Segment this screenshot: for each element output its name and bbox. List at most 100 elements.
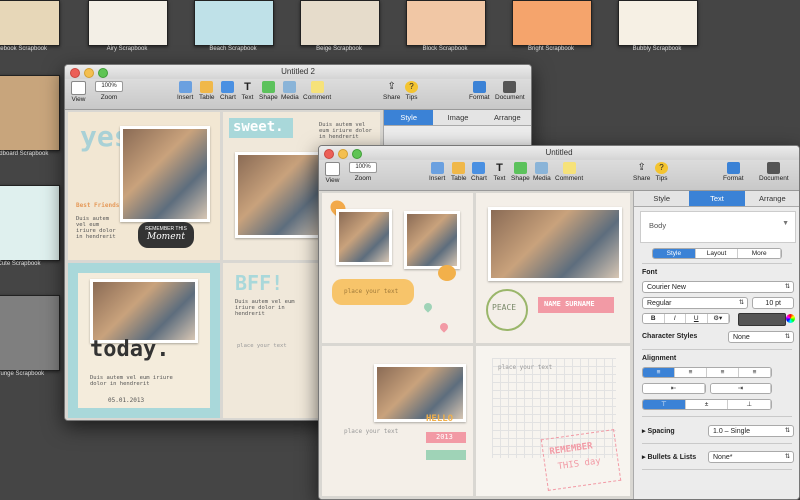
lorem-text: Duis autem vel eum iriure dolor in hendr…	[76, 216, 116, 240]
align-middle-icon[interactable]: ±	[685, 400, 729, 409]
template-thumbnail[interactable]	[618, 0, 698, 46]
vertical-alignment: ⊤ ± ⊥	[642, 399, 772, 410]
comment-button[interactable]: Comment	[555, 162, 583, 182]
text-options-button[interactable]: ⚙▾	[707, 314, 729, 323]
template-thumbnail[interactable]	[0, 295, 60, 371]
photo[interactable]	[336, 209, 392, 265]
insert-button[interactable]: Insert	[429, 162, 445, 182]
insert-icon	[430, 162, 444, 174]
media-button[interactable]: Media	[281, 81, 299, 101]
bold-button[interactable]: B	[643, 314, 665, 323]
font-weight-select[interactable]: Regular ⇅	[642, 297, 748, 309]
title-bar[interactable]: Untitled	[319, 146, 799, 160]
italic-button[interactable]: I	[664, 314, 686, 323]
tab-text[interactable]: Text	[689, 191, 745, 206]
align-justify-icon[interactable]: ≡	[739, 368, 771, 377]
template-thumbnail[interactable]	[406, 0, 486, 46]
format-button[interactable]: Format	[469, 81, 490, 101]
text-placeholder[interactable]: place your text	[237, 343, 287, 349]
photo[interactable]	[235, 152, 329, 238]
share-button[interactable]: ⇪ Share	[633, 162, 650, 182]
align-bottom-icon[interactable]: ⊥	[728, 400, 771, 409]
color-wheel-icon[interactable]	[786, 314, 795, 323]
text-placeholder[interactable]: place your text	[344, 428, 398, 435]
paragraph-style-picker[interactable]: Body ▼	[640, 211, 796, 243]
comment-button[interactable]: Comment	[303, 81, 331, 101]
share-button[interactable]: ⇪ Share	[383, 81, 400, 101]
template-thumbnail[interactable]	[0, 75, 60, 151]
minimize-button[interactable]	[84, 68, 94, 78]
spacing-select[interactable]: 1.0 – Single ⇅	[708, 425, 794, 437]
tips-button[interactable]: ? Tips	[655, 162, 668, 182]
close-button[interactable]	[324, 149, 334, 159]
tab-arrange[interactable]: Arrange	[482, 110, 531, 125]
table-button[interactable]: Table	[451, 162, 467, 182]
subtab-style[interactable]: Style	[653, 249, 696, 258]
shape-button[interactable]: Shape	[511, 162, 530, 182]
spacing-disclosure[interactable]: ▸ Spacing	[642, 427, 675, 435]
chart-button[interactable]: Chart	[220, 81, 236, 101]
view-button[interactable]: View	[325, 162, 340, 184]
photo[interactable]	[404, 211, 460, 269]
photo[interactable]	[488, 207, 622, 281]
close-button[interactable]	[70, 68, 80, 78]
tab-image[interactable]: Image	[433, 110, 483, 125]
document-button[interactable]: Document	[759, 162, 789, 182]
media-button[interactable]: Media	[533, 162, 551, 182]
template-thumbnail[interactable]	[0, 185, 60, 261]
chart-button[interactable]: Chart	[471, 162, 487, 182]
text-placeholder[interactable]: place your text	[498, 364, 552, 371]
template-thumbnail[interactable]	[88, 0, 168, 46]
view-button[interactable]: View	[71, 81, 86, 103]
photo[interactable]	[120, 126, 210, 222]
page-2[interactable]: PEACE NAME SURNAME	[476, 193, 630, 343]
font-size-stepper[interactable]: 10 pt	[752, 297, 794, 309]
title-bar[interactable]: Untitled 2	[65, 65, 531, 79]
document-canvas[interactable]: place your text PEACE NAME SURNAME place…	[319, 191, 633, 499]
zoom-window-button[interactable]	[352, 149, 362, 159]
subtab-more[interactable]: More	[738, 249, 781, 258]
bullets-select[interactable]: None* ⇅	[708, 451, 794, 463]
bullets-disclosure[interactable]: ▸ Bullets & Lists	[642, 453, 696, 461]
tab-style[interactable]: Style	[634, 191, 690, 206]
text-placeholder[interactable]: place your text	[344, 288, 398, 295]
align-top-icon[interactable]: ⊤	[643, 400, 686, 409]
page-3[interactable]: today. Duis autem vel eum iriure dolor i…	[68, 263, 220, 418]
shape-button[interactable]: Shape	[259, 81, 278, 101]
text-color-well[interactable]	[738, 313, 786, 326]
template-thumbnail[interactable]	[512, 0, 592, 46]
underline-button[interactable]: U	[686, 314, 708, 323]
template-thumbnail[interactable]	[300, 0, 380, 46]
subtab-layout[interactable]: Layout	[695, 249, 739, 258]
date-text: 05.01.2013	[108, 397, 145, 404]
align-left-icon[interactable]: ≡	[643, 368, 675, 377]
table-button[interactable]: Table	[199, 81, 215, 101]
page-1[interactable]: place your text	[322, 193, 473, 343]
document-button[interactable]: Document	[495, 81, 525, 101]
template-thumbnail[interactable]	[0, 0, 60, 46]
heart-icon	[438, 321, 450, 333]
minimize-button[interactable]	[338, 149, 348, 159]
outdent-icon[interactable]: ⇤	[643, 384, 705, 393]
tab-style[interactable]: Style	[384, 110, 434, 125]
character-styles-select[interactable]: None ⇅	[728, 331, 794, 343]
align-right-icon[interactable]: ≡	[707, 368, 739, 377]
text-button[interactable]: T Text	[493, 162, 506, 182]
selected-photo[interactable]	[90, 279, 198, 343]
year-text: 2013	[436, 433, 453, 441]
insert-button[interactable]: Insert	[177, 81, 193, 101]
zoom-control[interactable]: 100% Zoom	[349, 162, 377, 182]
indent-icon[interactable]: ⇥	[711, 384, 771, 393]
tips-button[interactable]: ? Tips	[405, 81, 418, 101]
font-family-select[interactable]: Courier New ⇅	[642, 281, 794, 293]
tab-arrange[interactable]: Arrange	[744, 191, 799, 206]
zoom-control[interactable]: 100% Zoom	[95, 81, 123, 101]
text-button[interactable]: T Text	[241, 81, 254, 101]
page-3[interactable]: place your text HELLO 2013	[322, 346, 473, 496]
page-4[interactable]: place your text REMEMBER THIS day	[476, 346, 630, 496]
zoom-window-button[interactable]	[98, 68, 108, 78]
page-1[interactable]: yes. Best Friends Duis autem vel eum iri…	[68, 112, 220, 260]
template-thumbnail[interactable]	[194, 0, 274, 46]
align-center-icon[interactable]: ≡	[675, 368, 707, 377]
format-button[interactable]: Format	[723, 162, 744, 182]
